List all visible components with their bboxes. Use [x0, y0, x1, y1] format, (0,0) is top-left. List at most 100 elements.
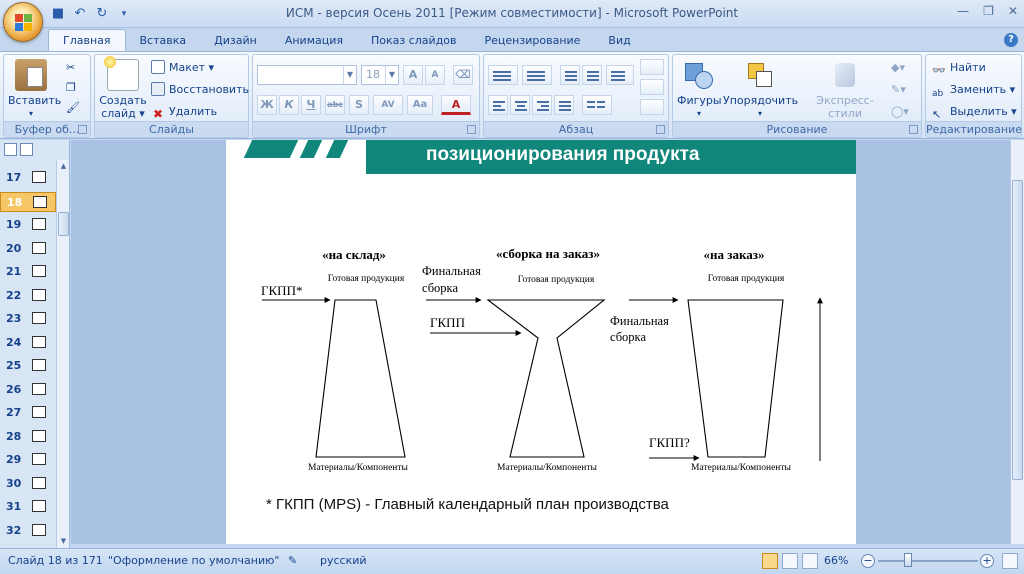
stock-shape[interactable]	[315, 299, 406, 458]
shadow-icon[interactable]: S	[349, 95, 369, 115]
slide-thumbnail-image[interactable]	[32, 288, 46, 301]
tab-animation[interactable]: Анимация	[271, 30, 357, 52]
slide-thumbnail[interactable]: 29	[0, 450, 56, 470]
slide-thumbnail[interactable]: 18	[0, 191, 56, 212]
columns-icon[interactable]	[582, 95, 612, 115]
align-left-icon[interactable]	[488, 95, 508, 115]
replace-button[interactable]: ab Заменить ▾	[932, 81, 1015, 99]
strikethrough-icon[interactable]: abc	[325, 95, 345, 115]
slide-canvas[interactable]: позиционирования продукта «на склад» «сб…	[226, 140, 856, 544]
shrink-font-icon[interactable]: A	[425, 65, 445, 85]
slide-thumbnail-image[interactable]	[32, 312, 46, 324]
zoom-out-icon[interactable]: −	[861, 554, 875, 568]
clear-format-icon[interactable]: ⌫	[453, 65, 473, 85]
slide-panel-scrollbar[interactable]: ▲ ▼	[56, 160, 69, 548]
text-direction-icon[interactable]	[640, 59, 664, 75]
slide-thumbnail[interactable]: 19	[0, 215, 56, 235]
cut-icon[interactable]: ✂	[66, 59, 75, 77]
outline-view-tab-icon[interactable]	[20, 143, 33, 156]
font-color-icon[interactable]: A	[441, 95, 471, 115]
slide-thumbnail-image[interactable]	[32, 406, 46, 418]
slide-thumbnail-image[interactable]	[32, 359, 46, 371]
slide-thumbnail-image[interactable]	[32, 265, 46, 277]
tab-slideshow[interactable]: Показ слайдов	[357, 30, 471, 52]
paragraph-launcher[interactable]	[656, 125, 665, 134]
slide-thumbnail-image[interactable]	[32, 241, 46, 254]
slide-thumbnail[interactable]: 21	[0, 262, 56, 282]
slide-thumbnail[interactable]: 23	[0, 309, 56, 329]
tab-home[interactable]: Главная	[48, 29, 126, 52]
align-right-icon[interactable]	[532, 95, 552, 115]
slide-thumbnail-image[interactable]	[32, 218, 46, 230]
underline-icon[interactable]: Ч	[301, 95, 321, 115]
order-shape[interactable]	[687, 299, 784, 458]
shape-effects-icon[interactable]: ◯▾	[891, 103, 909, 121]
slide-thumbnail[interactable]: 20	[0, 239, 56, 259]
bold-icon[interactable]: Ж	[257, 95, 277, 115]
slides-view-tab-icon[interactable]	[4, 143, 17, 156]
slide-thumbnail[interactable]: 24	[0, 333, 56, 353]
format-painter-icon[interactable]: 🖌	[66, 99, 80, 117]
align-center-icon[interactable]	[510, 95, 530, 115]
close-icon[interactable]: ✕	[1008, 4, 1018, 18]
tab-review[interactable]: Рецензирование	[471, 30, 595, 52]
language-indicator[interactable]: русский	[320, 554, 367, 567]
change-case-icon[interactable]: Aa	[407, 95, 433, 115]
scroll-up-icon[interactable]: ▲	[59, 162, 68, 171]
slide-thumbnail[interactable]: 26	[0, 380, 56, 400]
arrange-button[interactable]: Упорядочить ▾	[723, 59, 798, 120]
reset-button[interactable]: Восстановить	[151, 81, 249, 99]
slide-thumbnail-image[interactable]	[32, 335, 46, 348]
new-slide-button[interactable]: Создать слайд ▾	[99, 56, 147, 120]
find-button[interactable]: 👓 Найти	[932, 59, 986, 77]
minimize-icon[interactable]: —	[957, 4, 969, 18]
slide-thumbnail[interactable]: 25	[0, 356, 56, 376]
increase-indent-icon[interactable]	[582, 65, 602, 85]
spellcheck-icon[interactable]: ✎	[288, 554, 297, 567]
slide-area-scrollbar[interactable]	[1010, 140, 1024, 544]
slide-thumbnail-image[interactable]	[32, 500, 46, 512]
slide-thumbnail-image[interactable]	[32, 453, 46, 465]
shapes-button[interactable]: Фигуры ▾	[677, 59, 722, 120]
select-button[interactable]: ↖ Выделить ▾	[932, 103, 1017, 121]
italic-icon[interactable]: К	[279, 95, 299, 115]
align-text-icon[interactable]	[640, 79, 664, 95]
slide-thumbnail-image[interactable]	[32, 382, 46, 395]
positioning-diagram[interactable]: «на склад» «сборка на заказ» «на заказ» …	[226, 140, 856, 544]
normal-view-icon[interactable]	[762, 553, 778, 569]
slide-thumbnail-image[interactable]	[32, 523, 46, 536]
restore-icon[interactable]: ❐	[983, 4, 994, 18]
fit-slide-icon[interactable]	[1002, 553, 1018, 569]
zoom-slider-knob[interactable]	[904, 553, 912, 567]
grow-font-icon[interactable]: A	[403, 65, 423, 85]
zoom-slider-track[interactable]	[878, 560, 978, 562]
slide-edit-area[interactable]: позиционирования продукта «на склад» «сб…	[71, 140, 1010, 544]
slide-thumbnail[interactable]: 28	[0, 427, 56, 447]
drawing-launcher[interactable]	[909, 125, 918, 134]
smartart-icon[interactable]	[640, 99, 664, 115]
shape-outline-icon[interactable]: ✎▾	[891, 81, 906, 99]
slide-thumbnail-image[interactable]	[32, 171, 46, 183]
chevron-down-icon[interactable]: ▼	[343, 66, 356, 84]
slide-thumbnail[interactable]: 17	[0, 168, 56, 188]
help-icon[interactable]: ?	[1004, 33, 1018, 47]
font-name-combo[interactable]: ▼	[257, 65, 357, 85]
tab-design[interactable]: Дизайн	[200, 30, 271, 52]
bullets-icon[interactable]	[488, 65, 518, 85]
theme-name[interactable]: "Оформление по умолчанию"	[108, 554, 279, 567]
scrollbar-thumb[interactable]	[58, 212, 69, 236]
slide-thumbnail[interactable]: 32	[0, 521, 56, 541]
tab-insert[interactable]: Вставка	[126, 30, 201, 52]
justify-icon[interactable]	[554, 95, 574, 115]
slide-thumbnail-image[interactable]	[32, 476, 46, 489]
font-size-combo[interactable]: 18 ▼	[361, 65, 399, 85]
numbering-icon[interactable]	[522, 65, 552, 85]
assemble-shape[interactable]	[486, 299, 606, 458]
layout-button[interactable]: Макет ▾	[151, 59, 214, 77]
paste-button[interactable]: Вставить ▾	[8, 59, 61, 120]
delete-slide-button[interactable]: ✖ Удалить	[151, 103, 217, 121]
slide-thumbnail[interactable]: 22	[0, 286, 56, 306]
scrollbar-thumb[interactable]	[1012, 180, 1023, 480]
clipboard-launcher[interactable]	[78, 125, 87, 134]
zoom-in-icon[interactable]: +	[980, 554, 994, 568]
